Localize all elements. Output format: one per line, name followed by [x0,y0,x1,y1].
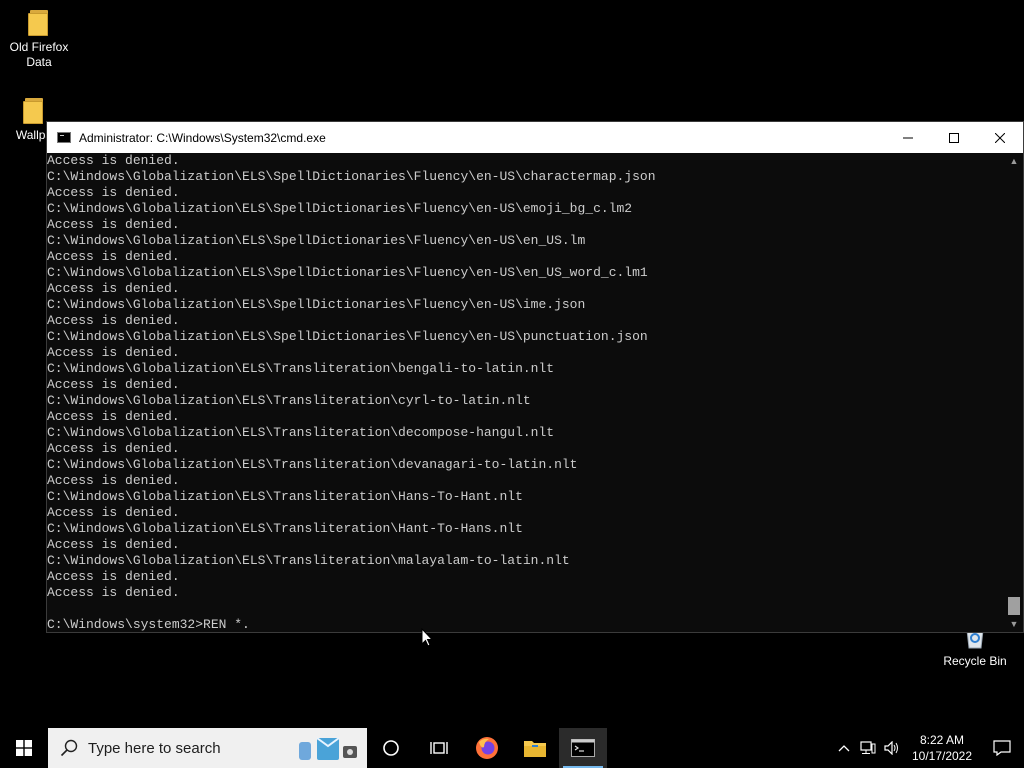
console-line: Access is denied. [47,569,180,584]
console-line: Access is denied. [47,281,180,296]
desktop-icon-old-firefox-data[interactable]: Old Firefox Data [1,10,77,70]
console-line: Access is denied. [47,409,180,424]
start-button[interactable] [0,728,48,768]
search-highlight-illustration-icon [299,737,357,760]
network-button[interactable] [856,728,880,768]
vertical-scrollbar[interactable]: ▲ ▼ [1005,153,1023,632]
console-line: C:\Windows\Globalization\ELS\SpellDictio… [47,233,586,248]
cmd-icon [57,132,71,143]
title-bar[interactable]: Administrator: C:\Windows\System32\cmd.e… [47,122,1023,153]
folder-icon [23,98,45,124]
console-line: C:\Windows\system32>REN *. [47,617,250,632]
taskbar-cmd[interactable] [559,728,607,768]
folder-icon [28,10,50,36]
console-line: Access is denied. [47,377,180,392]
taskbar-firefox[interactable] [463,728,511,768]
scroll-up-icon[interactable]: ▲ [1005,153,1023,169]
console-line: Access is denied. [47,505,180,520]
cmd-window[interactable]: Administrator: C:\Windows\System32\cmd.e… [46,121,1024,633]
chevron-up-icon [838,745,850,752]
console-line: Access is denied. [47,217,180,232]
console-line: C:\Windows\Globalization\ELS\Translitera… [47,489,523,504]
console-line: C:\Windows\Globalization\ELS\Translitera… [47,393,531,408]
desktop-icon-label: Old Firefox Data [9,40,69,69]
cortana-button[interactable] [367,728,415,768]
console-line: Access is denied. [47,585,180,600]
console-line: C:\Windows\Globalization\ELS\SpellDictio… [47,169,656,184]
clock-date: 10/17/2022 [911,749,973,763]
console-line: Access is denied. [47,473,180,488]
console-line: Access is denied. [47,313,180,328]
notification-icon [993,740,1011,756]
clock[interactable]: 8:22 AM 10/17/2022 [904,732,980,764]
console-line: C:\Windows\Globalization\ELS\Translitera… [47,553,570,568]
search-icon [60,739,78,757]
cortana-circle-icon [383,740,399,756]
console-line: C:\Windows\Globalization\ELS\Translitera… [47,425,555,440]
console-line: Access is denied. [47,153,180,168]
show-hidden-icons-button[interactable] [832,728,856,768]
console-line: C:\Windows\Globalization\ELS\SpellDictio… [47,329,648,344]
taskbar: Type here to search 8:22 AM 10/17/2022 [0,728,1024,768]
close-button[interactable] [977,122,1023,153]
desktop-icon-recycle-bin[interactable]: Recycle Bin [937,628,1013,669]
console-line: C:\Windows\Globalization\ELS\SpellDictio… [47,297,586,312]
console-line: C:\Windows\Globalization\ELS\Translitera… [47,361,555,376]
taskbar-file-explorer[interactable] [511,728,559,768]
window-title: Administrator: C:\Windows\System32\cmd.e… [79,130,326,145]
console-line: Access is denied. [47,185,180,200]
desktop-icon-label: Recycle Bin [943,654,1007,668]
console-line: C:\Windows\Globalization\ELS\SpellDictio… [47,201,633,216]
action-center-button[interactable] [980,728,1024,768]
scroll-down-icon[interactable]: ▼ [1005,616,1023,632]
console-line: C:\Windows\Globalization\ELS\Translitera… [47,457,578,472]
console-line: Access is denied. [47,441,180,456]
close-icon [995,132,1005,143]
mouse-cursor-icon [421,628,433,647]
firefox-icon [476,737,498,759]
volume-button[interactable] [880,728,904,768]
console-line: Access is denied. [47,537,180,552]
task-view-button[interactable] [415,728,463,768]
speaker-icon [884,741,898,755]
minimize-icon [903,137,913,138]
scrollbar-thumb[interactable] [1008,597,1020,615]
maximize-icon [949,132,959,143]
maximize-button[interactable] [931,122,977,153]
windows-logo-icon [16,740,32,756]
console-line: Access is denied. [47,249,180,264]
console-line: C:\Windows\Globalization\ELS\Translitera… [47,521,523,536]
search-placeholder: Type here to search [88,739,221,757]
cmd-taskbar-icon [571,739,595,757]
clock-time: 8:22 AM [919,733,965,747]
console-output[interactable]: Access is denied. C:\Windows\Globalizatio… [47,153,1005,632]
file-explorer-icon [524,741,546,757]
task-view-icon [430,742,448,754]
system-tray: 8:22 AM 10/17/2022 [832,728,1024,768]
search-box[interactable]: Type here to search [48,728,367,768]
minimize-button[interactable] [885,122,931,153]
console-line: C:\Windows\Globalization\ELS\SpellDictio… [47,265,648,280]
console-line: Access is denied. [47,345,180,360]
network-icon [860,741,876,754]
